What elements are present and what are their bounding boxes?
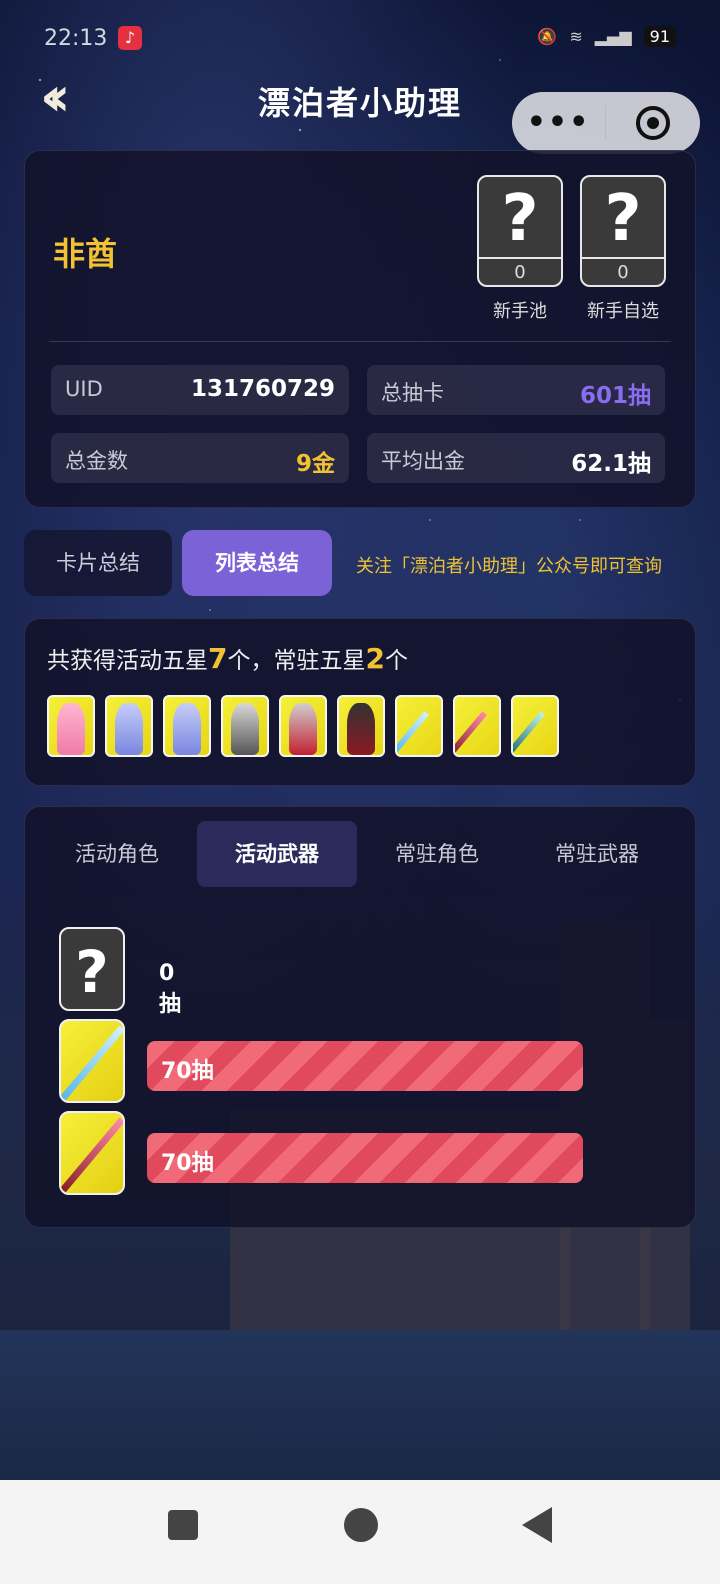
blue-blade-weapon-icon[interactable]: [395, 695, 443, 757]
battery-indicator: 91: [643, 26, 676, 47]
dark-hair-character-icon[interactable]: [337, 695, 385, 757]
five-star-summary-text: 共获得活动五星7个，常驻五星2个: [47, 641, 408, 675]
stat-value: 62.1抽: [571, 451, 651, 477]
tab-list-summary[interactable]: 列表总结: [182, 530, 332, 596]
tab-limited-characters[interactable]: 活动角色: [37, 821, 197, 887]
pool-count: 0: [582, 257, 664, 285]
pool-novice-box: ? 0: [477, 175, 563, 287]
blade-shape: [455, 711, 488, 755]
wifi-icon: ≋: [569, 27, 583, 46]
red-blade-weapon-icon: [59, 1111, 125, 1195]
username: 非酋: [53, 235, 118, 273]
blue-blade-weapon-icon: [59, 1019, 125, 1103]
blue-hair-character-icon[interactable]: [163, 695, 211, 757]
pull-count: 70抽: [161, 1151, 214, 1176]
stat-value: 9金: [295, 451, 335, 477]
pool-count: 0: [479, 257, 561, 285]
status-bar: 22:13 ♪ 🔕 ≋ ▂▄▆ 91: [0, 0, 720, 78]
profile-divider: [49, 341, 671, 342]
portrait-shape: [347, 703, 375, 755]
question-mark-icon: ?: [604, 182, 642, 256]
unknown-item-icon: ?: [59, 927, 125, 1011]
summary-suffix: 个: [384, 648, 408, 674]
pool-label: 新手自选: [587, 301, 659, 322]
pull-progress-bar: 70抽: [147, 1041, 583, 1091]
tab-standard-weapons[interactable]: 常驻武器: [517, 821, 677, 887]
water-background: [0, 1330, 720, 1480]
pool-novice-selector-box: ? 0: [580, 175, 666, 287]
system-navigation-bar: [0, 1480, 720, 1584]
pull-progress-bar: 70抽: [147, 1133, 583, 1183]
subscribe-tip: 关注「漂泊者小助理」公众号即可查询: [356, 556, 662, 577]
stat-uid: UID 131760729: [51, 365, 349, 415]
standard-count: 2: [365, 642, 385, 675]
portrait-shape: [57, 703, 85, 755]
stat-total-pulls: 总抽卡 601抽: [367, 365, 665, 415]
stat-value: 131760729: [190, 376, 335, 402]
music-app-icon: ♪: [118, 26, 142, 50]
portrait-shape: [289, 703, 317, 755]
target-icon: [635, 106, 670, 140]
blade-shape: [513, 711, 546, 755]
pull-count: 0抽: [159, 961, 182, 1017]
stat-label: 总金数: [65, 449, 128, 473]
tab-limited-weapons[interactable]: 活动武器: [197, 821, 357, 887]
blade-shape: [397, 711, 430, 755]
stat-label: 总抽卡: [381, 381, 444, 405]
status-time: 22:13: [44, 26, 108, 51]
summary-prefix: 共获得活动五星: [47, 648, 208, 674]
mute-icon: 🔕: [537, 27, 558, 46]
summary-middle: 个，常驻五星: [227, 648, 366, 674]
five-star-thumbnail-list: [47, 695, 559, 757]
red-blade-weapon-icon[interactable]: [453, 695, 501, 757]
close-mini-program-button[interactable]: [606, 106, 699, 140]
stat-label: UID: [65, 377, 103, 401]
pull-history-card: 活动角色 活动武器 常驻角色 常驻武器 ? 0抽 70抽 70抽: [24, 806, 696, 1228]
limited-count: 7: [208, 642, 228, 675]
pool-novice-selector[interactable]: ? 0 新手自选: [580, 175, 666, 323]
back-button[interactable]: [522, 1507, 552, 1543]
mini-program-capsule: •••: [512, 92, 700, 154]
pull-history-tabs: 活动角色 活动武器 常驻角色 常驻武器: [37, 821, 677, 887]
stat-gold-count: 总金数 9金: [51, 433, 349, 483]
blue-hair-character-icon[interactable]: [105, 695, 153, 757]
status-indicators: 🔕 ≋ ▂▄▆ 91: [537, 26, 676, 47]
pull-count: 70抽: [161, 1059, 214, 1084]
portrait-shape: [231, 703, 259, 755]
stat-value: 601抽: [579, 383, 651, 409]
tab-card-summary[interactable]: 卡片总结: [24, 530, 172, 596]
pool-novice[interactable]: ? 0 新手池: [477, 175, 563, 323]
tab-standard-characters[interactable]: 常驻角色: [357, 821, 517, 887]
home-button[interactable]: [344, 1508, 378, 1542]
signal-icon: ▂▄▆: [594, 27, 632, 46]
pool-label: 新手池: [493, 301, 547, 322]
stat-average-gold: 平均出金 62.1抽: [367, 433, 665, 483]
five-star-summary-card: 共获得活动五星7个，常驻五星2个: [24, 618, 696, 786]
pink-hair-character-icon[interactable]: [47, 695, 95, 757]
recent-apps-button[interactable]: [168, 1510, 198, 1540]
profile-card: 非酋 ? 0 新手池 ? 0 新手自选 UID 131760729 总抽卡 60…: [24, 150, 696, 508]
more-button[interactable]: •••: [512, 93, 605, 153]
silver-hair-character-icon[interactable]: [221, 695, 269, 757]
stat-label: 平均出金: [381, 449, 465, 473]
teal-blade-weapon-icon[interactable]: [511, 695, 559, 757]
question-mark-icon: ?: [501, 182, 539, 256]
red-dress-character-icon[interactable]: [279, 695, 327, 757]
portrait-shape: [173, 703, 201, 755]
portrait-shape: [115, 703, 143, 755]
